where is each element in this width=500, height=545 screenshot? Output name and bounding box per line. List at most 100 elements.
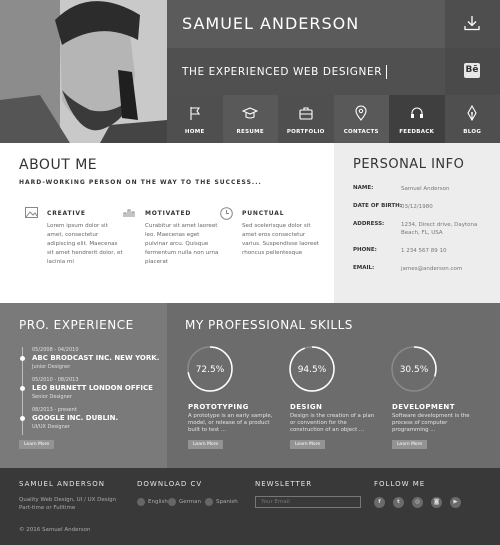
footer-follow-title: FOLLOW ME bbox=[374, 480, 426, 488]
nav-feedback[interactable]: FEEDBACK bbox=[389, 95, 445, 143]
behance-button[interactable]: Bē bbox=[445, 48, 500, 95]
flag-icon bbox=[190, 107, 200, 120]
footer-newsletter-title: NEWSLETTER bbox=[255, 480, 313, 488]
download-label: English bbox=[148, 499, 168, 505]
download-icon bbox=[137, 498, 145, 506]
footer-download: DOWNLOAD CV bbox=[137, 480, 202, 488]
feature-text: Sed scelerisque dolor sit amet eros cons… bbox=[242, 223, 319, 256]
briefcase-icon bbox=[299, 107, 313, 120]
job-company: LEO BURNETT LONDON OFFICE bbox=[32, 384, 153, 392]
experience-title: PRO. EXPERIENCE bbox=[19, 318, 134, 332]
job-company: GOOGLE INC. DUBLIN. bbox=[32, 414, 119, 422]
skill-percent: 30.5% bbox=[399, 365, 429, 375]
skills-section: MY PROFESSIONAL SKILLS 72.5% PROTOTYPING… bbox=[167, 303, 500, 468]
timeline-dot bbox=[20, 386, 25, 391]
nav-contacts[interactable]: CONTACTS bbox=[333, 95, 389, 143]
feature-title: MOTIVATED bbox=[145, 210, 192, 217]
footer-brand: SAMUEL ANDERSON bbox=[19, 480, 105, 488]
footer-newsletter: NEWSLETTER bbox=[255, 480, 312, 488]
skill-learn-more-button[interactable]: Learn More bbox=[188, 440, 224, 449]
download-button[interactable] bbox=[445, 0, 500, 48]
personal-info-section: PERSONAL INFO NAME: Samuel Anderson DATE… bbox=[334, 143, 500, 303]
info-key: ADDRESS: bbox=[353, 221, 385, 227]
skill-title: DEVELOPMENT bbox=[392, 403, 455, 411]
download-german[interactable]: German bbox=[168, 498, 201, 506]
newsletter-email-input[interactable] bbox=[255, 496, 361, 508]
footer: SAMUEL ANDERSON Quality Web Design, UI /… bbox=[0, 468, 500, 545]
tagline-bar: THE EXPERIENCED WEB DESIGNER bbox=[167, 48, 445, 95]
info-value: 1 234 567 89 10 bbox=[401, 248, 447, 254]
header: SAMUEL ANDERSON THE EXPERIENCED WEB DESI… bbox=[0, 0, 500, 143]
headset-icon bbox=[410, 107, 423, 118]
youtube-icon[interactable]: ▶ bbox=[450, 497, 461, 508]
graduation-cap-icon bbox=[242, 107, 259, 119]
download-english[interactable]: English bbox=[137, 498, 168, 506]
about-section: ABOUT ME HARD-WORKING PERSON ON THE WAY … bbox=[0, 143, 334, 303]
job-role: Junior Designer bbox=[32, 364, 71, 370]
job-company: ABC BRODCAST INC. NEW YORK. bbox=[32, 354, 160, 362]
personal-info-title: PERSONAL INFO bbox=[353, 157, 465, 172]
nav-resume[interactable]: RESUME bbox=[222, 95, 278, 143]
feature-title: PUNCTUAL bbox=[242, 210, 285, 217]
main-nav: HOME RESUME PORTFOLIO CONTACTS FEEDBACK … bbox=[167, 95, 500, 143]
clock-icon bbox=[220, 207, 233, 220]
nav-blog[interactable]: BLOG bbox=[444, 95, 500, 143]
info-key: PHONE: bbox=[353, 247, 377, 253]
resume-page: SAMUEL ANDERSON THE EXPERIENCED WEB DESI… bbox=[0, 0, 500, 545]
experience-section: PRO. EXPERIENCE 05/2008 - 04/2010 ABC BR… bbox=[0, 303, 167, 468]
nav-label: PORTFOLIO bbox=[286, 129, 325, 135]
info-value: 1234, Direct drive, Daytona Beach, FL, U… bbox=[401, 222, 478, 236]
experience-learn-more-button[interactable]: Learn More bbox=[19, 440, 55, 449]
job-dates: 08/2013 - present bbox=[32, 407, 77, 413]
tagline: THE EXPERIENCED WEB DESIGNER bbox=[182, 65, 388, 79]
nav-label: FEEDBACK bbox=[399, 129, 435, 135]
skill-title: PROTOTYPING bbox=[188, 403, 249, 411]
download-label: Spanish bbox=[216, 499, 238, 505]
download-icon bbox=[205, 498, 213, 506]
twitter-icon[interactable]: t bbox=[393, 497, 404, 508]
name-bar: SAMUEL ANDERSON bbox=[167, 0, 445, 48]
nav-portfolio[interactable]: PORTFOLIO bbox=[278, 95, 334, 143]
instagram-icon[interactable]: ◙ bbox=[431, 497, 442, 508]
feature-title: CREATIVE bbox=[47, 210, 86, 217]
skill-text: Software development is the process of c… bbox=[392, 413, 470, 433]
skill-learn-more-button[interactable]: Learn More bbox=[290, 440, 326, 449]
skill-title: DESIGN bbox=[290, 403, 323, 411]
chart-icon bbox=[123, 209, 135, 217]
skill-percent: 72.5% bbox=[195, 365, 225, 375]
footer-brand-line1: Quality Web Design, UI / UX Design bbox=[19, 497, 117, 503]
map-pin-icon bbox=[355, 105, 367, 121]
dribbble-icon[interactable]: ◎ bbox=[412, 497, 423, 508]
footer-brand-desc: Quality Web Design, UI / UX Design Part-… bbox=[19, 496, 116, 512]
about-title: ABOUT ME bbox=[19, 157, 98, 173]
timeline-dot bbox=[20, 356, 25, 361]
skill-percent: 94.5% bbox=[297, 365, 327, 375]
about-subtitle: HARD-WORKING PERSON ON THE WAY TO THE SU… bbox=[19, 179, 262, 186]
job-dates: 05/2010 - 08/2013 bbox=[32, 377, 79, 383]
nav-label: BLOG bbox=[463, 129, 482, 135]
info-value: Samuel Anderson bbox=[401, 186, 450, 192]
info-value: 03/12/1980 bbox=[401, 204, 433, 210]
info-key: DATE OF BIRTH: bbox=[353, 203, 402, 209]
info-value[interactable]: james@anderson.com bbox=[401, 265, 496, 273]
timeline-dot bbox=[20, 416, 25, 421]
footer-brand-title: SAMUEL ANDERSON bbox=[19, 480, 105, 488]
behance-icon: Bē bbox=[464, 63, 480, 78]
footer-copyright: © 2016 Samuel Anderson bbox=[19, 527, 91, 533]
job-role: UI/UX Designer bbox=[32, 424, 70, 430]
feature-text: Curabitur sit amet laoreet leo. Maecenas… bbox=[145, 223, 219, 265]
skill-learn-more-button[interactable]: Learn More bbox=[392, 440, 428, 449]
facebook-icon[interactable]: f bbox=[374, 497, 385, 508]
skill-text: A prototype is an early sample, model, o… bbox=[188, 413, 273, 433]
job-dates: 05/2008 - 04/2010 bbox=[32, 347, 79, 353]
skill-text: Design is the creation of a plan or conv… bbox=[290, 413, 375, 433]
download-icon bbox=[168, 498, 176, 506]
nav-label: RESUME bbox=[236, 129, 264, 135]
feature-text: Lorem ipsum dolor sit amet, consectetur … bbox=[47, 223, 123, 265]
download-spanish[interactable]: Spanish bbox=[205, 498, 238, 506]
profile-name: SAMUEL ANDERSON bbox=[182, 14, 360, 33]
nav-home[interactable]: HOME bbox=[167, 95, 223, 143]
nav-label: HOME bbox=[184, 129, 205, 135]
nav-label: CONTACTS bbox=[343, 129, 379, 135]
image-icon bbox=[25, 207, 38, 218]
